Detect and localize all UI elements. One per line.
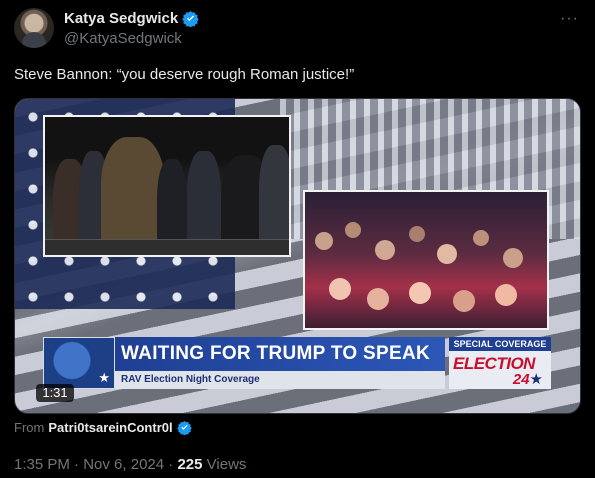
tweet-text: Steve Bannon: “you deserve rough Roman j… <box>14 66 355 83</box>
star-icon: ★ <box>98 370 110 385</box>
network-logo: ★ <box>43 337 115 389</box>
election-badge: ELECTION 24★ <box>449 351 551 389</box>
author-display-name[interactable]: Katya Sedgwick <box>64 10 178 27</box>
source-attribution: From Patri0tsareinContr0l <box>14 420 192 435</box>
author-name-row[interactable]: Katya Sedgwick <box>64 10 199 27</box>
tweet-meta: 1:35 PM · Nov 6, 2024 · 225 Views <box>14 456 246 473</box>
news-lower-third: ★ WAITING FOR TRUMP TO SPEAK RAV Electio… <box>43 337 551 389</box>
subheadline-banner: RAV Election Night Coverage <box>115 371 445 389</box>
author-handle[interactable]: @KatyaSedgwick <box>64 30 182 47</box>
views-label: Views <box>206 456 247 473</box>
tweet-header: Katya Sedgwick @KatyaSedgwick ··· <box>14 8 581 52</box>
tweet-date[interactable]: Nov 6, 2024 <box>83 456 164 473</box>
source-prefix: From <box>14 420 45 435</box>
source-account-link[interactable]: Patri0tsareinContr0l <box>48 420 172 435</box>
video-player[interactable]: ★ WAITING FOR TRUMP TO SPEAK RAV Electio… <box>14 98 581 414</box>
avatar[interactable] <box>14 8 54 48</box>
more-horizontal-icon[interactable]: ··· <box>560 10 579 28</box>
meta-separator: · <box>168 456 174 473</box>
verified-badge-icon <box>182 11 199 27</box>
views-count: 225 <box>177 456 203 473</box>
tweet-time[interactable]: 1:35 PM <box>14 456 70 473</box>
headline-banner: WAITING FOR TRUMP TO SPEAK <box>115 337 445 371</box>
election-number: 24★ <box>512 371 543 388</box>
video-duration: 1:31 <box>36 384 74 402</box>
special-coverage-label: SPECIAL COVERAGE <box>449 337 551 351</box>
video-inset-crowd <box>303 190 549 330</box>
video-inset-podium <box>43 115 291 257</box>
meta-separator: · <box>74 456 80 473</box>
verified-badge-icon <box>176 420 192 435</box>
